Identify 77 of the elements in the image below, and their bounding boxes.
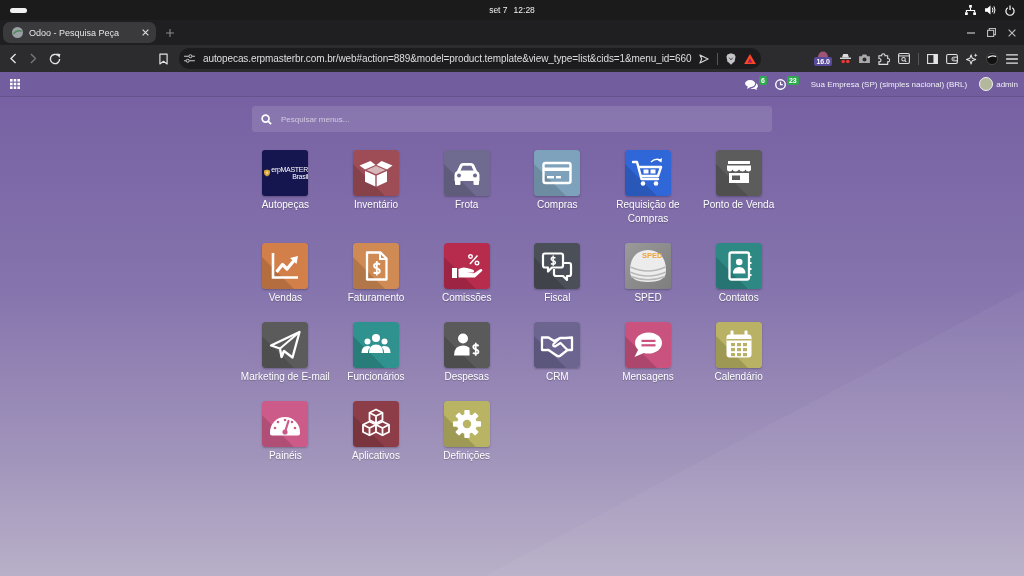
dome-icon [628, 249, 668, 283]
app-link[interactable]: Frota [421, 150, 512, 226]
open-box-icon [353, 150, 399, 196]
sliders-icon[interactable] [184, 54, 195, 63]
network-icon[interactable] [965, 5, 976, 15]
person-dollar-icon [443, 322, 490, 368]
calendar-icon [715, 322, 762, 368]
speech-bubble-icon [625, 322, 671, 368]
app-link[interactable]: Funcionários [330, 322, 422, 384]
app-link[interactable]: Painéis [240, 401, 331, 463]
app-link[interactable]: Vendas [240, 243, 331, 305]
sparkle-icon[interactable] [966, 52, 978, 65]
grid-menu-icon[interactable] [10, 79, 20, 89]
credit-card-icon [534, 150, 581, 196]
app-link[interactable]: Ponto de Venda [693, 150, 784, 226]
puzzle-icon[interactable] [878, 52, 890, 65]
address-book-icon [715, 243, 762, 289]
app-link[interactable]: Inventário [330, 150, 422, 226]
wallet-icon[interactable] [946, 53, 958, 64]
close-icon[interactable] [142, 29, 149, 36]
car-icon [443, 150, 490, 196]
handshake-icon [534, 322, 581, 368]
paper-plane-icon [262, 322, 309, 368]
app-link[interactable]: Marketing de E-mail [240, 322, 331, 384]
minimize-icon[interactable] [967, 31, 975, 34]
window-search-icon[interactable] [898, 53, 910, 64]
app-link[interactable]: Definições [421, 401, 512, 463]
hat-icon[interactable] [817, 51, 830, 57]
search-icon [261, 113, 272, 125]
menu-icon[interactable] [1006, 53, 1018, 64]
app-link[interactable]: Requisição de Compras [602, 150, 694, 226]
browser-tab[interactable]: Odoo - Pesquisa Peça [3, 22, 156, 43]
ball-icon[interactable] [986, 52, 998, 65]
app-link[interactable]: CRM [512, 322, 603, 384]
chat-icon[interactable] [745, 78, 758, 90]
app-link[interactable]: Compras [512, 150, 603, 226]
plus-icon[interactable] [166, 28, 174, 37]
hand-percent-icon [443, 243, 490, 289]
app-link[interactable]: Calendário [693, 322, 784, 384]
settings-icon [443, 401, 490, 447]
app-link[interactable]: Aplicativos [330, 401, 422, 463]
workspace-indicator[interactable] [10, 7, 27, 13]
power-icon[interactable] [1005, 4, 1015, 16]
app-link[interactable]: Mensagens [602, 322, 694, 384]
address-bar[interactable]: autopecas.erpmasterbr.com.br/web#action=889&model=product.template&view_type=list&cids=1&menu_id=660 [179, 48, 761, 69]
app-link[interactable]: Faturamento [330, 243, 422, 305]
avatar-icon [979, 77, 994, 91]
shopping-cart-icon [625, 150, 671, 196]
back-icon[interactable] [10, 53, 17, 64]
trend-chart-icon [262, 243, 309, 289]
bookmark-icon[interactable] [159, 52, 168, 65]
people-icon [353, 322, 399, 368]
cubes-icon [353, 401, 399, 447]
close-icon[interactable] [1008, 28, 1016, 37]
app-link[interactable]: Contatos [693, 243, 784, 305]
dollar-document-icon [353, 243, 399, 289]
send-icon[interactable] [699, 53, 710, 64]
dollar-chat-icon [534, 243, 581, 289]
user-menu[interactable]: admin [979, 77, 1018, 91]
company-switcher[interactable]: Sua Empresa (SP) (simples nacional) (BRL) [810, 79, 968, 89]
gauge-icon [262, 401, 309, 447]
triangle-icon[interactable] [744, 53, 757, 64]
volume-icon[interactable] [985, 5, 996, 15]
storefront-icon [715, 150, 762, 196]
clock-button[interactable]: set 7 12:28 [489, 5, 535, 15]
app-link[interactable]: Comissões [421, 243, 512, 305]
app-link[interactable]: Despesas [421, 322, 512, 384]
hat-glasses-icon[interactable] [840, 53, 851, 64]
clock-icon[interactable] [774, 78, 786, 90]
sidebar-icon[interactable] [927, 53, 938, 64]
globe-icon [12, 27, 23, 38]
restore-icon[interactable] [987, 28, 996, 37]
app-link[interactable]: Fiscal [512, 243, 603, 305]
shield-icon[interactable] [726, 52, 737, 65]
reload-icon[interactable] [49, 52, 61, 65]
camera-icon[interactable] [859, 54, 870, 63]
shield-icon [264, 169, 271, 177]
